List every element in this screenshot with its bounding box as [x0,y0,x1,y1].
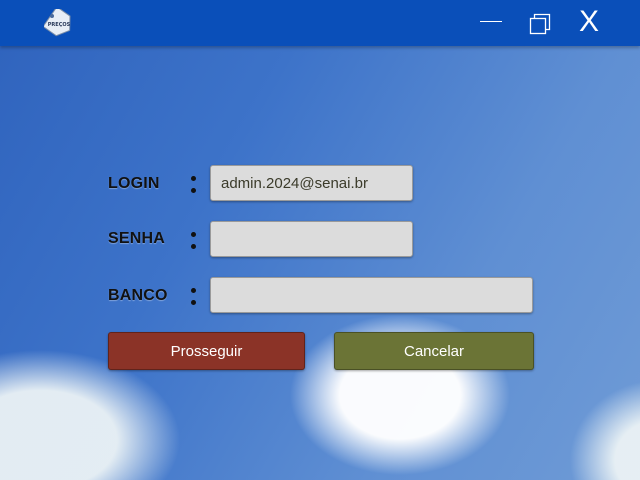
senha-colon [190,230,198,254]
banco-input[interactable] [210,277,533,313]
minimize-icon[interactable] [480,12,502,26]
senha-label: SENHA [108,230,166,247]
svg-text:PREÇOS: PREÇOS [48,22,71,28]
login-colon [190,174,198,198]
login-input[interactable] [210,165,413,201]
proceed-button[interactable]: Prosseguir [108,332,305,370]
cancel-button[interactable]: Cancelar [334,332,534,370]
price-tag-logo-icon: PREÇOS [42,6,71,37]
maximize-icon[interactable] [528,12,552,36]
login-label: LOGIN [108,175,160,192]
senha-input[interactable] [210,221,413,257]
banco-colon [190,286,198,310]
title-bar: PREÇOS X [0,0,640,46]
banco-label: BANCO [108,287,168,304]
close-button[interactable]: X [576,6,602,38]
